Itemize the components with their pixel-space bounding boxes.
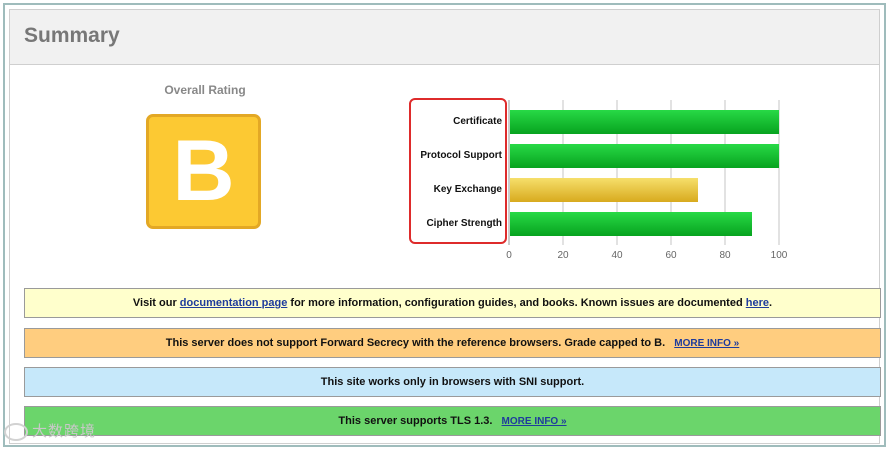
known-issues-link[interactable]: here [746, 297, 769, 309]
bar-label-certificate: Certificate [453, 116, 502, 127]
x-tick-label: 40 [611, 250, 623, 261]
report-frame: Summary Overall Rating B 0 20 40 60 80 100 Ce… [3, 3, 886, 447]
summary-panel: Summary Overall Rating B 0 20 40 60 80 100 Ce… [9, 9, 881, 444]
bar-label-cipher-strength: Cipher Strength [426, 218, 502, 229]
sni-notice: This site works only in browsers with SN… [24, 367, 881, 397]
bar-key-exchange [510, 178, 698, 202]
bar-protocol-support [510, 144, 779, 168]
tls13-more-info-link[interactable]: MORE INFO » [502, 416, 567, 427]
documentation-prefix: Visit our [132, 297, 180, 309]
x-tick-label: 0 [506, 250, 512, 261]
x-tick-label: 100 [771, 250, 788, 261]
bar-label-key-exchange: Key Exchange [433, 184, 502, 195]
documentation-notice: Visit our documentation page for more in… [24, 288, 881, 318]
x-tick-label: 20 [557, 250, 569, 261]
x-tick-label: 60 [665, 250, 677, 261]
watermark: 大数跨境 [4, 420, 97, 442]
bar-certificate [510, 110, 779, 134]
forward-secrecy-more-info-link[interactable]: MORE INFO » [674, 338, 739, 349]
forward-secrecy-text: This server does not support Forward Sec… [165, 337, 666, 349]
documentation-link[interactable]: documentation page [180, 297, 288, 309]
documentation-suffix: . [769, 297, 773, 309]
watermark-text: 大数跨境 [32, 423, 97, 440]
forward-secrecy-notice: This server does not support Forward Sec… [24, 328, 881, 358]
tls13-notice: This server supports TLS 1.3. MORE INFO … [24, 406, 881, 436]
bar-label-protocol-support: Protocol Support [420, 150, 502, 161]
sni-text: This site works only in browsers with SN… [320, 376, 585, 388]
bar-cipher-strength [510, 212, 752, 236]
x-tick-label: 80 [719, 250, 731, 261]
documentation-middle: for more information, configuration guid… [287, 297, 746, 309]
watermark-logo-icon [4, 423, 28, 442]
tls13-text: This server supports TLS 1.3. [338, 415, 493, 427]
